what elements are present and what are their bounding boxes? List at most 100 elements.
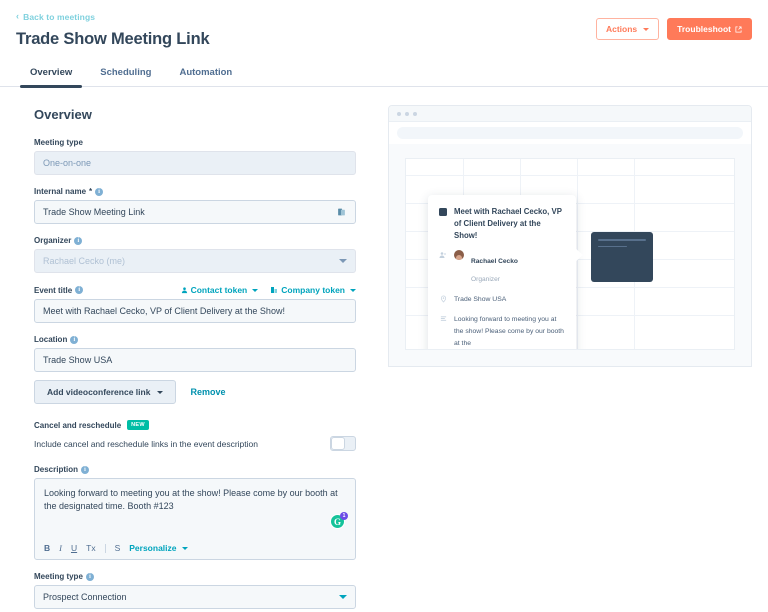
meeting-type-text: One-on-one xyxy=(43,158,92,168)
personalize-label: Personalize xyxy=(129,543,177,553)
window-close-dot xyxy=(397,111,401,116)
external-link-icon xyxy=(735,26,742,33)
cancel-reschedule-header: Cancel and reschedule NEW xyxy=(34,420,356,430)
event-title-label-text: Event title xyxy=(34,285,73,295)
internal-name-input[interactable]: Trade Show Meeting Link xyxy=(34,200,356,224)
browser-titlebar xyxy=(389,106,751,122)
event-block-line xyxy=(598,239,646,241)
paste-icon[interactable] xyxy=(336,206,347,218)
event-card-location: Trade Show USA xyxy=(454,296,507,304)
people-icon xyxy=(439,250,447,259)
event-title-input[interactable]: Meet with Rachael Cecko, VP of Client De… xyxy=(34,299,356,323)
company-token-button[interactable]: Company token xyxy=(270,285,356,295)
videoconference-row: Add videoconference link Remove xyxy=(34,380,356,404)
tab-scheduling[interactable]: Scheduling xyxy=(86,61,165,86)
tab-overview[interactable]: Overview xyxy=(16,61,86,88)
organizer-label: Organizer i xyxy=(34,236,356,245)
organizer-name: Rachael Cecko xyxy=(471,258,518,266)
toggle-knob xyxy=(331,437,345,450)
header-actions: Actions Troubleshoot xyxy=(595,18,752,41)
event-card-title-row: Meet with Rachael Cecko, VP of Client De… xyxy=(439,206,564,242)
meeting-type-bottom-select[interactable]: Prospect Connection xyxy=(34,585,356,609)
info-icon[interactable]: i xyxy=(85,572,94,581)
description-editor[interactable]: Looking forward to meeting you at the sh… xyxy=(34,478,356,560)
event-title-label-row: Event title i Contact token Company toke… xyxy=(34,285,356,295)
description-label: Description i xyxy=(34,465,356,474)
bold-button[interactable]: B xyxy=(44,544,50,553)
internal-name-value: Trade Show Meeting Link xyxy=(43,207,145,217)
cancel-reschedule-title: Cancel and reschedule xyxy=(34,420,122,430)
cancel-reschedule-row: Include cancel and reschedule links in t… xyxy=(34,436,356,451)
contact-token-label: Contact token xyxy=(190,285,248,295)
location-value: Trade Show USA xyxy=(43,355,113,365)
chevron-down-icon xyxy=(339,259,347,263)
description-value: Looking forward to meeting you at the sh… xyxy=(44,488,338,512)
calendar-preview-stage: Meet with Rachael Cecko, VP of Client De… xyxy=(389,144,751,366)
required-asterisk: * xyxy=(89,187,93,196)
link-button[interactable]: S xyxy=(115,544,121,553)
event-card-organizer-row: Rachael Cecko Organizer xyxy=(439,250,564,286)
clear-formatting-button[interactable]: Tx xyxy=(86,544,95,553)
info-icon[interactable]: i xyxy=(70,335,79,344)
back-to-meetings-link[interactable]: ‹ Back to meetings xyxy=(16,12,95,22)
location-pin-icon xyxy=(439,294,447,303)
meeting-type-bottom-label: Meeting type i xyxy=(34,572,356,581)
field-organizer: Organizer i Rachael Cecko (me) xyxy=(34,236,356,273)
meeting-type-label: Meeting type xyxy=(34,138,83,147)
back-link-label: Back to meetings xyxy=(23,11,96,22)
organizer-select[interactable]: Rachael Cecko (me) xyxy=(34,249,356,273)
troubleshoot-button[interactable]: Troubleshoot xyxy=(667,18,752,41)
toolbar-divider xyxy=(104,543,106,553)
organizer-label-text: Organizer xyxy=(34,236,72,245)
field-description: Description i Looking forward to meeting… xyxy=(34,465,356,560)
chevron-down-icon xyxy=(157,390,164,394)
browser-address-bar xyxy=(389,122,751,144)
url-field xyxy=(397,127,743,139)
calendar-event-block[interactable] xyxy=(591,232,653,282)
location-label-text: Location xyxy=(34,335,68,344)
event-card-description: Looking forward to meeting you at the sh… xyxy=(454,316,564,347)
personalize-button[interactable]: Personalize xyxy=(129,543,188,553)
underline-button[interactable]: U xyxy=(71,544,77,553)
token-links: Contact token Company token xyxy=(181,285,356,295)
company-icon xyxy=(271,287,278,293)
notes-icon xyxy=(439,314,447,323)
location-input[interactable]: Trade Show USA xyxy=(34,348,356,372)
chevron-down-icon xyxy=(350,288,356,292)
editor-toolbar: B I U Tx S Personalize xyxy=(44,543,188,553)
organizer-value: Rachael Cecko (me) xyxy=(43,256,126,266)
contact-token-button[interactable]: Contact token xyxy=(181,285,259,295)
event-card-description-row: Looking forward to meeting you at the sh… xyxy=(439,314,564,349)
organizer-role: Organizer xyxy=(471,276,500,284)
internal-name-label: Internal name * i xyxy=(34,187,356,196)
actions-button[interactable]: Actions xyxy=(595,18,660,41)
add-videoconference-label: Add videoconference link xyxy=(47,387,151,397)
window-minimize-dot xyxy=(405,111,409,116)
section-title: Overview xyxy=(34,107,92,122)
remove-location-link[interactable]: Remove xyxy=(190,387,225,397)
grammarly-icon[interactable]: G 1 xyxy=(330,512,348,531)
tab-automation[interactable]: Automation xyxy=(165,61,246,86)
info-icon[interactable]: i xyxy=(81,465,90,474)
event-card-title: Meet with Rachael Cecko, VP of Client De… xyxy=(454,207,562,241)
field-meeting-type: Meeting type One-on-one xyxy=(34,138,356,175)
italic-button[interactable]: I xyxy=(59,544,62,553)
field-location: Location i Trade Show USA Add videoconfe… xyxy=(34,335,356,404)
chevron-down-icon xyxy=(643,27,650,31)
info-icon[interactable]: i xyxy=(74,236,83,245)
info-icon[interactable]: i xyxy=(75,286,84,294)
tab-bar: Overview Scheduling Automation xyxy=(0,61,768,88)
company-token-label: Company token xyxy=(281,285,345,295)
location-label: Location i xyxy=(34,335,356,344)
actions-button-label: Actions xyxy=(605,24,638,34)
event-card-location-row: Trade Show USA xyxy=(439,294,564,306)
window-maximize-dot xyxy=(413,111,417,116)
cancel-reschedule-toggle[interactable] xyxy=(330,436,356,451)
organizer-avatar xyxy=(454,250,464,261)
add-videoconference-link-button[interactable]: Add videoconference link xyxy=(34,380,177,404)
event-block-line xyxy=(598,245,627,247)
meeting-type-bottom-label-text: Meeting type xyxy=(34,572,83,581)
overview-form: Overview Meeting type One-on-one Interna… xyxy=(0,87,372,612)
event-card-organizer: Rachael Cecko Organizer xyxy=(471,250,518,286)
info-icon[interactable]: i xyxy=(95,187,104,196)
